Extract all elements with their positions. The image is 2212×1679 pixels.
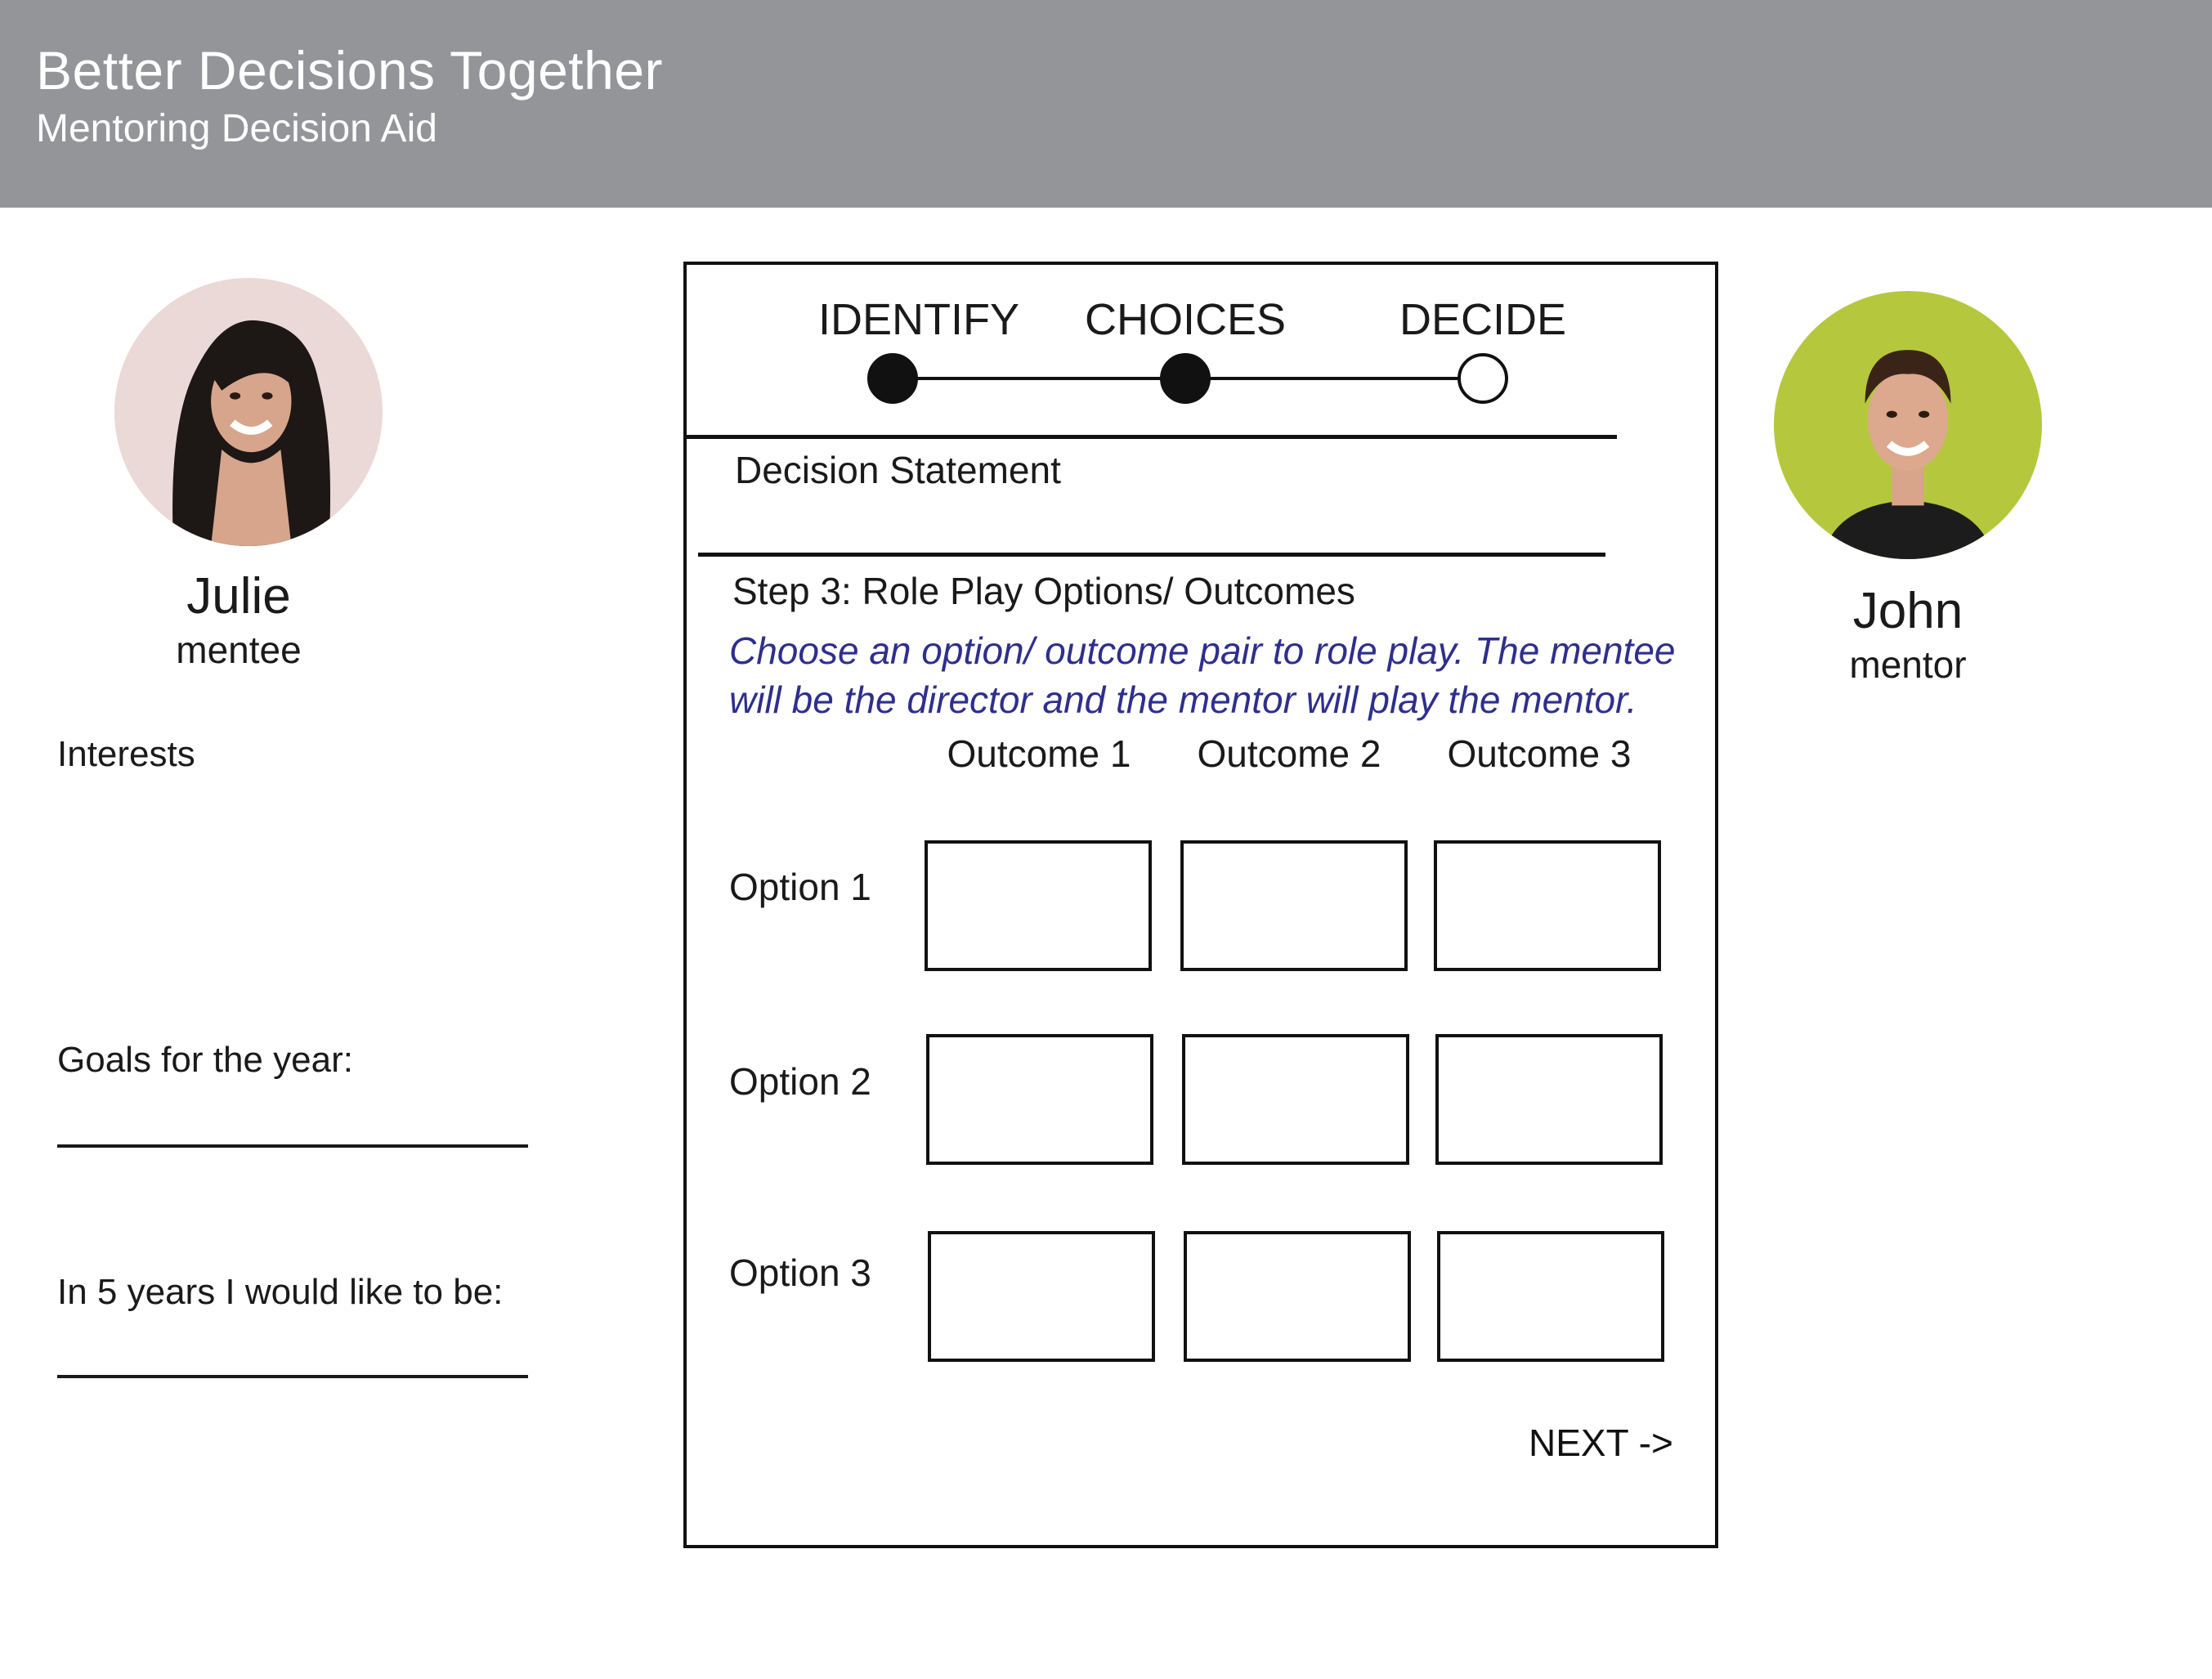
mentor-name: John xyxy=(1852,583,1963,639)
mentor-avatar xyxy=(1774,291,2042,559)
option-3-outcome-2-cell[interactable] xyxy=(1184,1231,1411,1362)
option-1-outcome-3-cell[interactable] xyxy=(1434,840,1661,971)
stepper-divider xyxy=(683,435,1617,439)
app-subtitle: Mentoring Decision Aid xyxy=(36,107,437,150)
option-label-3: Option 3 xyxy=(729,1251,871,1294)
option-2-outcome-1-cell[interactable] xyxy=(926,1034,1153,1165)
stepper-connector xyxy=(893,377,1185,380)
step-label-choices: CHOICES xyxy=(1084,295,1287,344)
mentee-avatar xyxy=(114,278,383,546)
option-1-outcome-1-cell[interactable] xyxy=(925,840,1152,971)
mentee-role: mentee xyxy=(176,629,302,671)
mentee-name: Julie xyxy=(186,568,291,625)
next-button[interactable]: NEXT -> xyxy=(1529,1421,1673,1465)
outcome-header-1: Outcome 1 xyxy=(947,732,1131,775)
option-2-outcome-2-cell[interactable] xyxy=(1182,1034,1409,1165)
step-label-decide: DECIDE xyxy=(1399,295,1567,344)
decision-statement-label: Decision Statement xyxy=(735,449,1061,491)
five-years-label: In 5 years I would like to be: xyxy=(57,1272,504,1312)
goals-label: Goals for the year: xyxy=(57,1040,353,1080)
app-title: Better Decisions Together xyxy=(36,40,664,101)
step-dot-choices[interactable] xyxy=(1160,353,1211,404)
option-3-outcome-1-cell[interactable] xyxy=(928,1231,1155,1362)
step-label-identify: IDENTIFY xyxy=(817,295,1019,344)
stepper-connector xyxy=(1185,377,1483,380)
step-dot-decide[interactable] xyxy=(1458,353,1508,404)
mentee-photo xyxy=(114,278,383,546)
goals-input-line[interactable] xyxy=(57,1144,528,1148)
outcome-header-2: Outcome 2 xyxy=(1197,732,1381,775)
option-3-outcome-3-cell[interactable] xyxy=(1437,1231,1664,1362)
interests-label: Interests xyxy=(57,734,195,774)
mentor-role: mentor xyxy=(1849,643,1967,686)
outcome-header-3: Outcome 3 xyxy=(1447,732,1632,775)
mentor-photo xyxy=(1774,291,2042,559)
decision-statement-input-line[interactable] xyxy=(698,553,1605,557)
option-2-outcome-3-cell[interactable] xyxy=(1435,1034,1663,1165)
step-dot-identify[interactable] xyxy=(867,353,918,404)
step-title: Step 3: Role Play Options/ Outcomes xyxy=(732,570,1355,612)
option-label-1: Option 1 xyxy=(729,866,871,908)
option-1-outcome-2-cell[interactable] xyxy=(1180,840,1408,971)
five-years-input-line[interactable] xyxy=(57,1375,528,1378)
step-instructions: Choose an option/ outcome pair to role p… xyxy=(729,629,1676,721)
option-label-2: Option 2 xyxy=(729,1060,871,1103)
app-header: Better Decisions Together Mentoring Deci… xyxy=(0,0,2212,208)
